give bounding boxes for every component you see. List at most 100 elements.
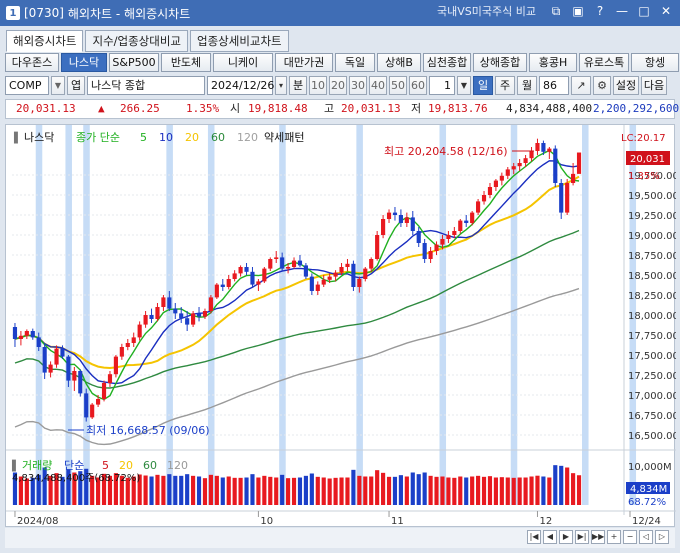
candle-body [220,284,225,287]
compare-link[interactable]: 국내VS미국주식 비교 [437,3,536,19]
next-icon[interactable]: ▶| [575,530,589,544]
candle-body [517,163,522,167]
minute-option-10[interactable]: 10 [309,75,327,95]
index-button-hangseng[interactable]: 항셍 [631,53,679,72]
volume-bar [481,476,487,505]
period-week-button[interactable]: 주 [495,75,515,95]
candle-body [446,235,451,239]
legend-marker: ▌ [13,131,22,144]
volume-legend-ma: 단순 [64,459,84,472]
date-input[interactable]: 2024/12/26 [207,75,274,95]
minute-option-20[interactable]: 20 [329,75,347,95]
candle-body [113,356,118,375]
candle-body [256,281,261,285]
index-button-shenzhen[interactable]: 심천종합 [423,53,471,72]
volume-bar [173,475,178,505]
first-icon[interactable]: |◀ [527,530,541,544]
minute-option-60[interactable]: 60 [409,75,427,95]
volume-bar [179,475,184,505]
candle-body [511,166,516,170]
amount-value: 2,200,292,600 [593,102,680,115]
symbol-dropdown-icon[interactable]: ▼ [51,75,65,95]
candle-body [404,217,409,223]
last-icon[interactable]: ▶▶ [591,530,605,544]
candle-body [54,348,59,365]
volume-bar [155,474,160,505]
symbol-input[interactable]: COMP [5,75,49,95]
index-button-shanghai-b[interactable]: 상해B [377,53,421,72]
settings-button[interactable]: 설정 [613,75,639,95]
volume-tick-label: 10,000M [628,462,672,473]
zoom-in-icon[interactable]: + [607,530,621,544]
candle-body [297,260,303,266]
candle-body [173,308,178,314]
candle-body [315,284,320,291]
bar-count-input[interactable]: 86 [539,75,569,95]
candle-body [196,313,202,317]
help-icon[interactable]: ? [592,3,608,19]
high-price: 20,031.13 [341,102,401,115]
gear-icon[interactable]: ⚙ [593,75,611,95]
chart-panel[interactable]: 19,750.00 19,500.00 19,250.00 19,000.00 18,7… [5,124,679,528]
period-day-button[interactable]: 일 [473,75,493,95]
volume-bar [398,475,403,505]
candle-body [565,183,570,213]
volume-bar [416,474,421,505]
candle-body [410,217,415,231]
volume-bar [529,476,534,505]
maximize-icon[interactable]: □ [636,3,652,19]
ma10-line [14,160,580,385]
close-icon[interactable]: ✕ [658,3,674,19]
window-link-icon[interactable]: ⧉ [548,3,564,19]
minute-unit-button[interactable]: 분 [289,75,307,95]
index-button-semi[interactable]: 반도체 [161,53,211,72]
scroll-left-icon[interactable]: ◁ [639,530,653,544]
index-button-germany[interactable]: 독일 [335,53,375,72]
index-button-nikkei[interactable]: 니케이 [213,53,273,72]
candle-body [202,311,208,317]
chart-tool-icon[interactable]: ↗ [571,75,591,95]
volume-bar [499,477,504,505]
volume-bar [511,477,516,505]
next-button[interactable]: 다음 [641,75,667,95]
period-month-button[interactable]: 월 [517,75,537,95]
index-button-shanghai[interactable]: 상해종합 [473,53,527,72]
minute-option-50[interactable]: 50 [389,75,407,95]
minimize-icon[interactable]: — [614,3,630,19]
zoom-out-icon[interactable]: − [623,530,637,544]
count-dropdown-icon[interactable]: ▼ [457,75,471,95]
candle-body [286,267,291,269]
volume-legend-marker: ▌ [11,459,20,472]
index-button-sp500[interactable]: S&P500 [109,53,159,72]
calendar-icon[interactable]: ▾ [275,75,287,95]
volume-bar [422,472,427,505]
index-button-dow[interactable]: 다우존스 [5,53,59,72]
index-button-nasdaq[interactable]: 나스닥 [61,53,107,72]
play-icon[interactable]: ▶ [559,530,573,544]
volume-bar [351,469,356,505]
change-percent: 1.35% [186,102,220,115]
candle-body [137,324,142,338]
index-button-eurostoxx[interactable]: 유로스톡 [579,53,629,72]
price-chart[interactable]: 19,750.0019,500.0019,250.0019,000.0018,7… [6,125,679,528]
tile-icon[interactable]: ▣ [570,3,586,19]
minute-option-30[interactable]: 30 [349,75,367,95]
index-button-hk-h[interactable]: 홍콩H [529,53,577,72]
candle-body [155,307,160,319]
minute-option-40[interactable]: 40 [369,75,387,95]
candle-body [303,265,308,277]
index-button-taiwan[interactable]: 대만가권 [275,53,333,72]
candle-body [214,284,219,298]
candle-body [547,148,552,152]
tab-overseas-chart[interactable]: 해외증시차트 [6,30,84,52]
count-input[interactable]: 1 [429,75,455,95]
prev-icon[interactable]: ◀ [543,530,557,544]
price-tick-label: 16,750.00 [628,411,676,422]
volume-bar [202,478,208,505]
tab-index-compare[interactable]: 지수/업종상대비교 [85,30,188,52]
tab-sector-compare[interactable]: 업종상세비교차트 [190,30,289,52]
candle-body [226,279,231,287]
window-title: 해외차트 - 해외증시차트 [67,6,191,21]
scroll-right-icon[interactable]: ▷ [655,530,669,544]
search-button[interactable]: 엽 [67,75,85,95]
